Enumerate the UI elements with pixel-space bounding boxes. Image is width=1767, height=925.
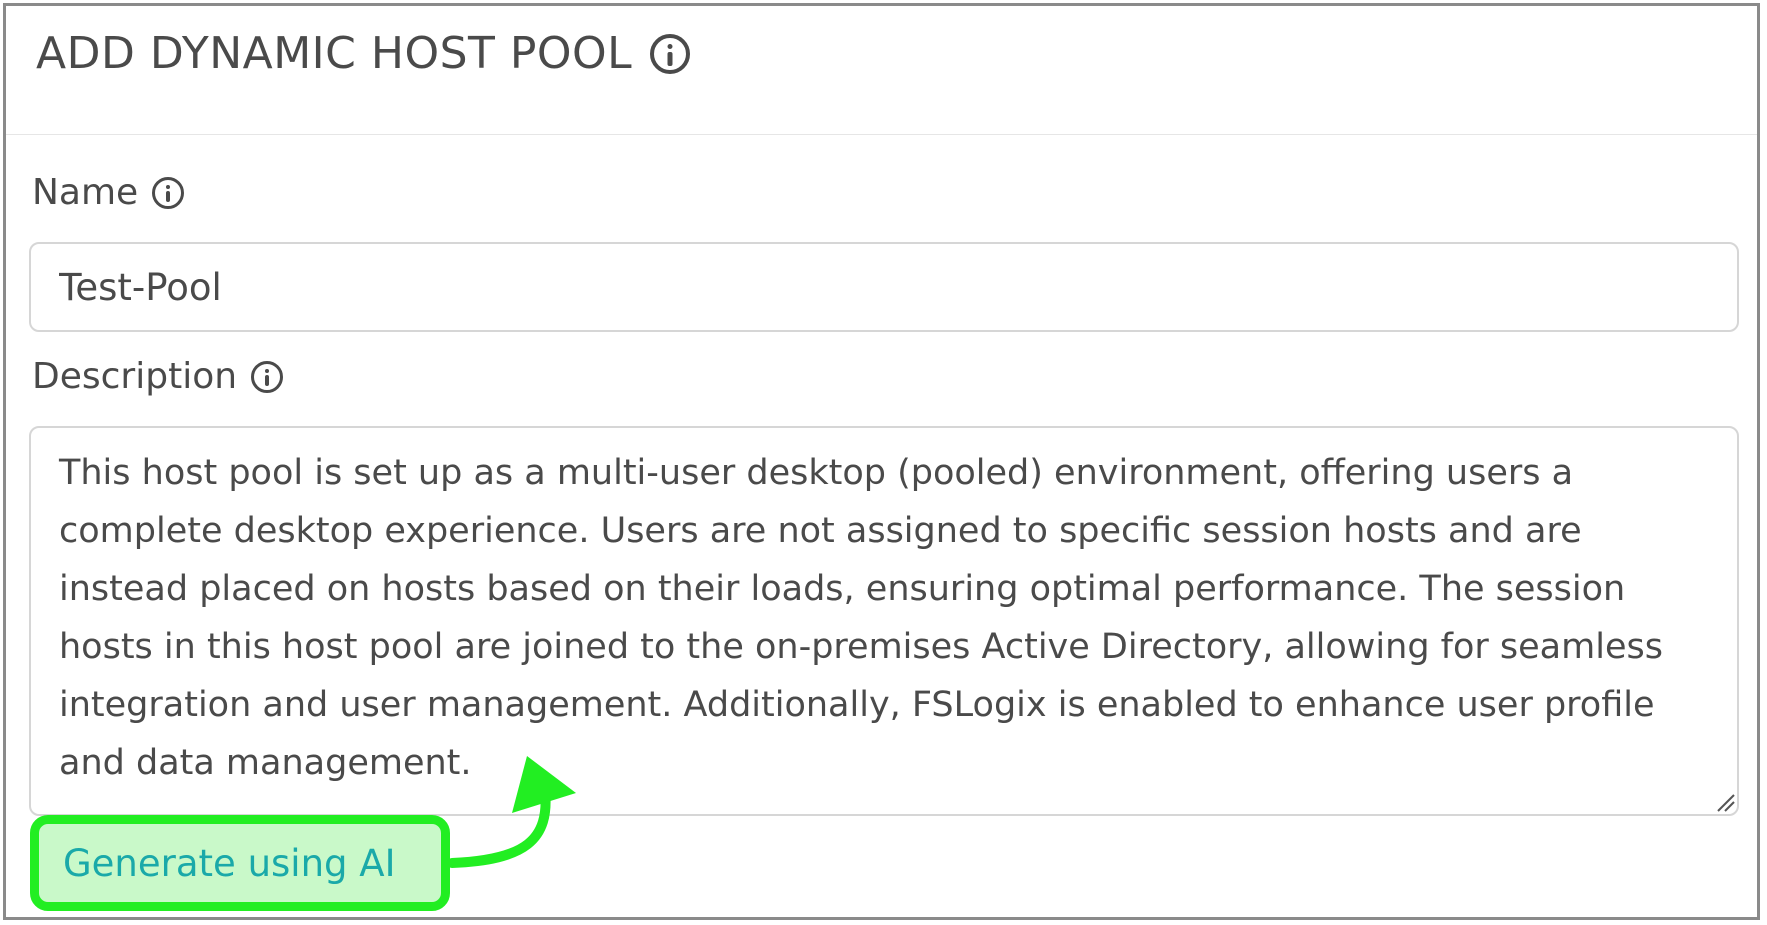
dialog-header: ADD DYNAMIC HOST POOL [6, 6, 1757, 135]
description-textarea[interactable]: This host pool is set up as a multi-user… [29, 426, 1739, 816]
description-label-row: Description [32, 356, 284, 397]
resize-handle-icon[interactable] [1716, 793, 1736, 813]
name-label-row: Name [32, 172, 185, 213]
title-info-icon[interactable] [650, 33, 691, 74]
page-title: ADD DYNAMIC HOST POOL [36, 28, 633, 79]
name-input[interactable] [29, 242, 1739, 332]
description-label: Description [32, 356, 238, 397]
dialog-title-row: ADD DYNAMIC HOST POOL [36, 28, 691, 79]
generate-using-ai-label: Generate using AI [63, 841, 396, 885]
name-label: Name [32, 172, 139, 213]
description-info-icon[interactable] [251, 360, 284, 393]
generate-using-ai-button[interactable]: Generate using AI [30, 815, 450, 911]
name-info-icon[interactable] [152, 176, 185, 209]
